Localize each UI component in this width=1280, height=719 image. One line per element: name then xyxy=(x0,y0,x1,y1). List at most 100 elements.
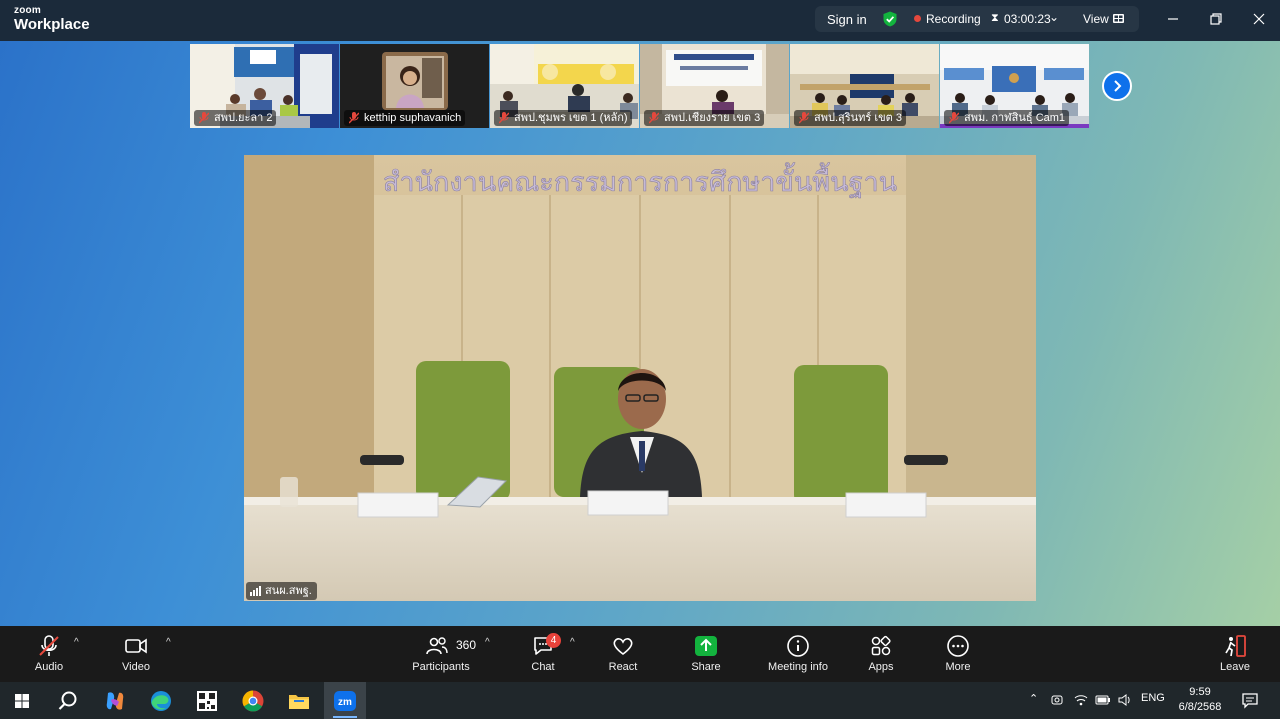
clock-date: 6/8/2568 xyxy=(1178,701,1222,713)
meeting-status-bar: Sign in Recording ⧗ 03:00:23 ⌄ View xyxy=(815,6,1139,32)
participant-strip: สพป.ยะลา 2 ketthip suphavanich สพป.ชุมพร… xyxy=(190,44,1090,128)
chat-unread-badge: 4 xyxy=(546,633,561,648)
leave-button[interactable]: Leave xyxy=(1214,634,1256,673)
meeting-timer: 03:00:23 xyxy=(1004,12,1051,26)
apps-label: Apps xyxy=(868,661,894,673)
share-arrow-icon xyxy=(695,636,717,656)
participant-thumbnail[interactable]: สพม. กาฬสินธุ์ Cam1 xyxy=(940,44,1089,128)
system-clock[interactable]: 9:59 6/8/2568 xyxy=(1175,685,1225,715)
tray-overflow-chevron-icon[interactable]: ⌃ xyxy=(1029,692,1038,705)
hourglass-icon: ⧗ xyxy=(991,12,999,24)
zoom-workplace-logo: zoom Workplace xyxy=(14,5,90,33)
mic-muted-icon xyxy=(649,112,659,124)
audio-label: Audio xyxy=(34,661,64,673)
logo-text-bottom: Workplace xyxy=(14,16,90,33)
mic-muted-icon xyxy=(499,112,509,124)
thumbnail-name: สพป.ชุมพร เขต 1 (หลัก) xyxy=(514,112,628,124)
audio-button[interactable]: Audio xyxy=(26,634,72,673)
meeting-toolbar: Audio ^ Video ^ Participants 360 ^ Chat … xyxy=(0,626,1280,682)
thumbnail-name: สพม. กาฬสินธุ์ Cam1 xyxy=(964,112,1066,124)
chevron-down-icon[interactable]: ⌄ xyxy=(1049,10,1059,24)
active-app-indicator xyxy=(333,716,357,718)
grid-view-icon[interactable] xyxy=(1113,14,1124,23)
react-heart-icon xyxy=(613,638,633,656)
leave-icon xyxy=(1225,635,1246,657)
participant-thumbnail[interactable]: สพป.ชุมพร เขต 1 (หลัก) xyxy=(490,44,639,128)
notification-center-icon[interactable] xyxy=(1241,691,1259,709)
thumbnail-name: สพป.สุรินทร์ เขต 3 xyxy=(814,112,902,124)
video-options-caret-icon[interactable]: ^ xyxy=(166,637,171,648)
next-page-button[interactable] xyxy=(1102,71,1132,101)
audio-options-caret-icon[interactable]: ^ xyxy=(74,637,79,648)
share-label: Share xyxy=(691,661,721,673)
speaker-name: สนผ.สพฐ. xyxy=(265,585,312,597)
chat-options-caret-icon[interactable]: ^ xyxy=(570,637,575,648)
thumbnail-label: สพป.ยะลา 2 xyxy=(194,110,277,126)
svg-text:zm: zm xyxy=(338,697,352,708)
speaker-name-label: สนผ.สพฐ. xyxy=(246,582,317,600)
more-icon xyxy=(947,635,969,657)
wifi-icon[interactable] xyxy=(1074,693,1088,707)
edge-browser-icon[interactable] xyxy=(148,688,174,714)
active-speaker-video[interactable]: สำนักงานคณะกรรมการการศึกษาขั้นพื้นฐาน สน… xyxy=(244,155,1036,601)
mic-muted-icon xyxy=(799,112,809,124)
view-button[interactable]: View xyxy=(1083,12,1109,26)
mic-muted-icon xyxy=(39,635,59,656)
windows-start-icon[interactable] xyxy=(9,688,35,714)
participant-thumbnail[interactable]: สพป.เชียงราย เขต 3 xyxy=(640,44,789,128)
thumbnail-label: สพป.เชียงราย เขต 3 xyxy=(644,110,765,126)
speaker-volume-icon[interactable] xyxy=(1117,693,1131,707)
battery-icon[interactable] xyxy=(1095,694,1111,706)
close-icon[interactable] xyxy=(1249,9,1269,29)
wall-banner-text: สำนักงานคณะกรรมการการศึกษาขั้นพื้นฐาน xyxy=(383,162,897,198)
video-button[interactable]: Video xyxy=(114,634,158,673)
signin-button[interactable]: Sign in xyxy=(827,12,867,27)
chevron-right-icon xyxy=(1114,80,1122,92)
minimize-icon[interactable] xyxy=(1163,9,1183,29)
share-button[interactable]: Share xyxy=(684,634,728,673)
copilot-icon[interactable] xyxy=(102,688,128,714)
recording-label[interactable]: Recording xyxy=(926,12,981,26)
participants-label: Participants xyxy=(412,661,470,673)
speaker-video-scene: สำนักงานคณะกรรมการการศึกษาขั้นพื้นฐาน xyxy=(244,155,1036,601)
meeting-info-label: Meeting info xyxy=(768,661,828,673)
thumbnail-name: สพป.ยะลา 2 xyxy=(214,112,273,124)
apps-icon xyxy=(871,635,891,656)
qr-code-app-icon[interactable] xyxy=(194,688,220,714)
logo-text-top: zoom xyxy=(14,5,41,16)
participant-thumbnail[interactable]: ketthip suphavanich xyxy=(340,44,489,128)
meeting-info-button[interactable]: Meeting info xyxy=(762,634,834,673)
participant-thumbnail[interactable]: สพป.สุรินทร์ เขต 3 xyxy=(790,44,939,128)
thumbnail-name: ketthip suphavanich xyxy=(364,112,462,124)
chrome-browser-icon[interactable] xyxy=(240,688,266,714)
input-language-indicator[interactable]: ENG xyxy=(1141,692,1165,704)
clock-time: 9:59 xyxy=(1189,686,1211,698)
more-button[interactable]: More xyxy=(938,634,978,673)
file-explorer-icon[interactable] xyxy=(286,688,312,714)
search-icon[interactable] xyxy=(55,688,81,714)
video-icon xyxy=(125,638,147,654)
participants-options-caret-icon[interactable]: ^ xyxy=(485,637,490,648)
apps-button[interactable]: Apps xyxy=(862,634,900,673)
chat-label: Chat xyxy=(531,661,555,673)
info-icon xyxy=(787,635,809,657)
signal-bars-icon xyxy=(250,586,261,596)
windows-taskbar: zm ⌃ ENG 9:59 6/8/2568 xyxy=(0,682,1280,719)
mic-muted-icon xyxy=(199,112,209,124)
participants-icon xyxy=(426,637,448,655)
more-label: More xyxy=(945,661,971,673)
thumbnail-label: ketthip suphavanich xyxy=(344,110,466,126)
thumbnail-name: สพป.เชียงราย เขต 3 xyxy=(664,112,761,124)
video-label: Video xyxy=(122,661,150,673)
mic-muted-icon xyxy=(949,112,959,124)
zoom-app-icon[interactable]: zm xyxy=(332,688,358,714)
participant-thumbnail[interactable]: สพป.ยะลา 2 xyxy=(190,44,339,128)
thumbnail-label: สพม. กาฬสินธุ์ Cam1 xyxy=(944,110,1070,126)
participants-count: 360 xyxy=(456,638,477,652)
react-label: React xyxy=(608,661,638,673)
shield-check-icon[interactable] xyxy=(882,11,898,27)
camera-tray-icon[interactable] xyxy=(1050,693,1064,707)
react-button[interactable]: React xyxy=(600,634,646,673)
mic-muted-icon xyxy=(349,112,359,124)
restore-icon[interactable] xyxy=(1206,9,1226,29)
